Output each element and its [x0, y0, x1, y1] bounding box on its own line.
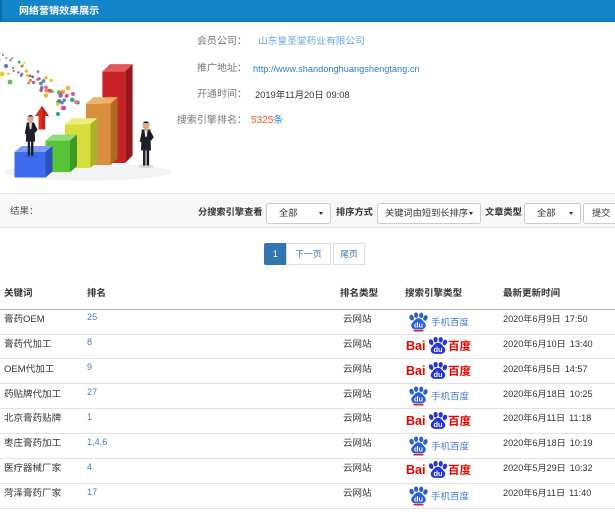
svg-text:du: du — [414, 320, 424, 329]
svg-text:du: du — [433, 370, 443, 379]
svg-text:du: du — [433, 469, 443, 478]
svg-text:手机百度: 手机百度 — [431, 439, 470, 453]
svg-text:du: du — [414, 494, 424, 503]
svg-text:手机百度: 手机百度 — [431, 389, 470, 403]
svg-text:Bai: Bai — [406, 364, 425, 378]
svg-text:du: du — [433, 345, 443, 354]
svg-text:du: du — [433, 420, 443, 429]
svg-text:百度: 百度 — [448, 338, 472, 354]
svg-text:Bai: Bai — [406, 414, 425, 428]
svg-text:手机百度: 手机百度 — [431, 314, 470, 328]
svg-text:百度: 百度 — [448, 462, 472, 478]
svg-text:Bai: Bai — [406, 463, 425, 477]
svg-text:du: du — [414, 395, 424, 404]
svg-text:手机百度: 手机百度 — [431, 488, 470, 502]
svg-text:百度: 百度 — [448, 413, 472, 429]
svg-text:百度: 百度 — [448, 363, 472, 379]
svg-text:Bai: Bai — [406, 339, 425, 353]
svg-text:du: du — [414, 445, 424, 454]
